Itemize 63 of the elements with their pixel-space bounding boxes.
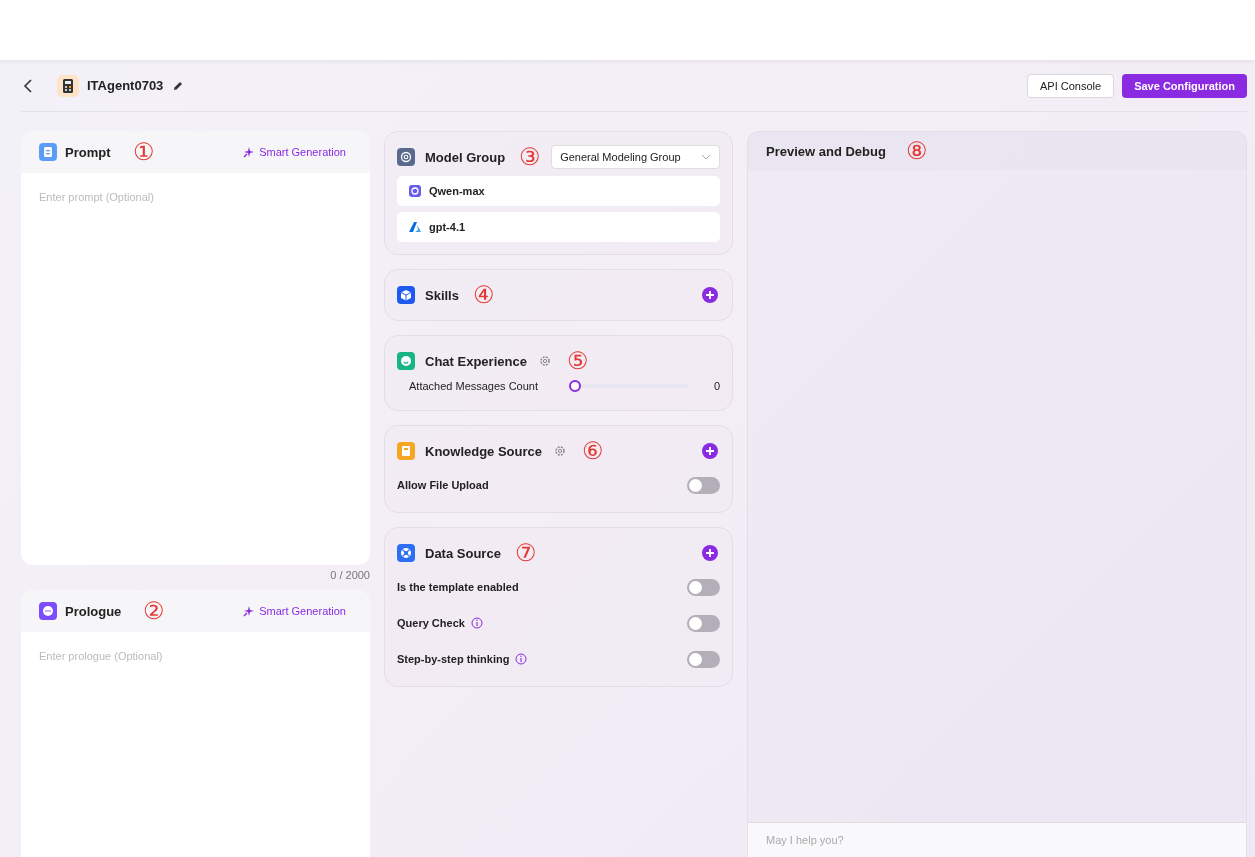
model-name: Qwen-max bbox=[429, 185, 485, 197]
annotation-number: ① bbox=[132, 140, 155, 164]
annotation-number: ④ bbox=[472, 283, 495, 307]
model-group-select[interactable]: General Modeling Group bbox=[551, 145, 720, 169]
calculator-icon bbox=[57, 74, 79, 97]
toggle-switch[interactable] bbox=[687, 578, 720, 596]
model-name: gpt-4.1 bbox=[429, 221, 466, 233]
chat-input[interactable]: May I help you? bbox=[748, 822, 1246, 857]
slider-thumb[interactable] bbox=[569, 380, 581, 392]
data-source-icon bbox=[397, 544, 415, 562]
chat-bubble-icon bbox=[39, 602, 57, 620]
back-button[interactable] bbox=[21, 76, 35, 95]
model-item[interactable]: Qwen-max bbox=[397, 176, 720, 206]
character-counter: 0 / 2000 bbox=[329, 568, 370, 583]
plus-icon bbox=[702, 545, 718, 561]
section-title: Prompt bbox=[65, 144, 111, 160]
agent-name: ITAgent0703 bbox=[87, 78, 164, 93]
section-title: Model Group bbox=[425, 149, 506, 165]
section-title: Prologue bbox=[65, 603, 122, 619]
slider-value: 0 bbox=[712, 380, 720, 392]
section-title: Chat Experience bbox=[425, 353, 527, 369]
section-title: Data Source bbox=[425, 545, 501, 561]
plus-icon bbox=[702, 287, 718, 303]
smiley-icon bbox=[397, 352, 415, 370]
toggle-switch[interactable] bbox=[687, 476, 720, 494]
toggle-switch[interactable] bbox=[687, 650, 720, 668]
toggle-label: Step-by-step thinking bbox=[397, 653, 510, 665]
settings-icon bbox=[554, 445, 567, 457]
section-title: Skills bbox=[425, 287, 459, 303]
annotation-number: ② bbox=[143, 599, 166, 623]
text-area[interactable]: Enter prompt (Optional) bbox=[21, 173, 370, 565]
select-value: General Modeling Group bbox=[560, 151, 681, 163]
cube-icon bbox=[397, 286, 415, 304]
add-button[interactable] bbox=[700, 441, 720, 461]
model-logo-icon bbox=[409, 185, 421, 197]
smart-generation-button[interactable]: Smart Generation bbox=[243, 146, 346, 158]
save-button[interactable]: Save Configuration bbox=[1122, 73, 1247, 98]
chevron-down-icon bbox=[701, 154, 711, 160]
book-icon bbox=[397, 442, 415, 460]
section-title: Preview and Debug bbox=[766, 143, 886, 159]
toggle-label: Is the template enabled bbox=[397, 581, 519, 593]
text-area[interactable]: Enter prologue (Optional) bbox=[21, 632, 370, 857]
toggle-label: Query Check bbox=[397, 617, 465, 629]
model-item[interactable]: gpt-4.1 bbox=[397, 212, 720, 242]
toggle-switch[interactable] bbox=[687, 614, 720, 632]
add-button[interactable] bbox=[700, 285, 720, 305]
toggle-label: Allow File Upload bbox=[397, 479, 489, 491]
settings-icon bbox=[538, 355, 551, 367]
pencil-icon bbox=[173, 80, 184, 91]
annotation-number: ⑤ bbox=[566, 349, 589, 373]
slider-label: Attached Messages Count bbox=[409, 380, 540, 392]
annotation-number: ⑧ bbox=[905, 139, 928, 163]
section-title: Knowledge Source bbox=[425, 443, 543, 459]
annotation-number: ③ bbox=[519, 145, 542, 169]
document-icon bbox=[39, 143, 57, 161]
annotation-number: ⑦ bbox=[514, 541, 537, 565]
plus-icon bbox=[702, 443, 718, 459]
model-logo-icon bbox=[409, 221, 421, 233]
console-button[interactable]: API Console bbox=[1027, 73, 1115, 98]
add-button[interactable] bbox=[700, 543, 720, 563]
smart-generation-button[interactable]: Smart Generation bbox=[243, 605, 346, 617]
model-icon bbox=[397, 148, 415, 166]
annotation-number: ⑥ bbox=[582, 439, 605, 463]
